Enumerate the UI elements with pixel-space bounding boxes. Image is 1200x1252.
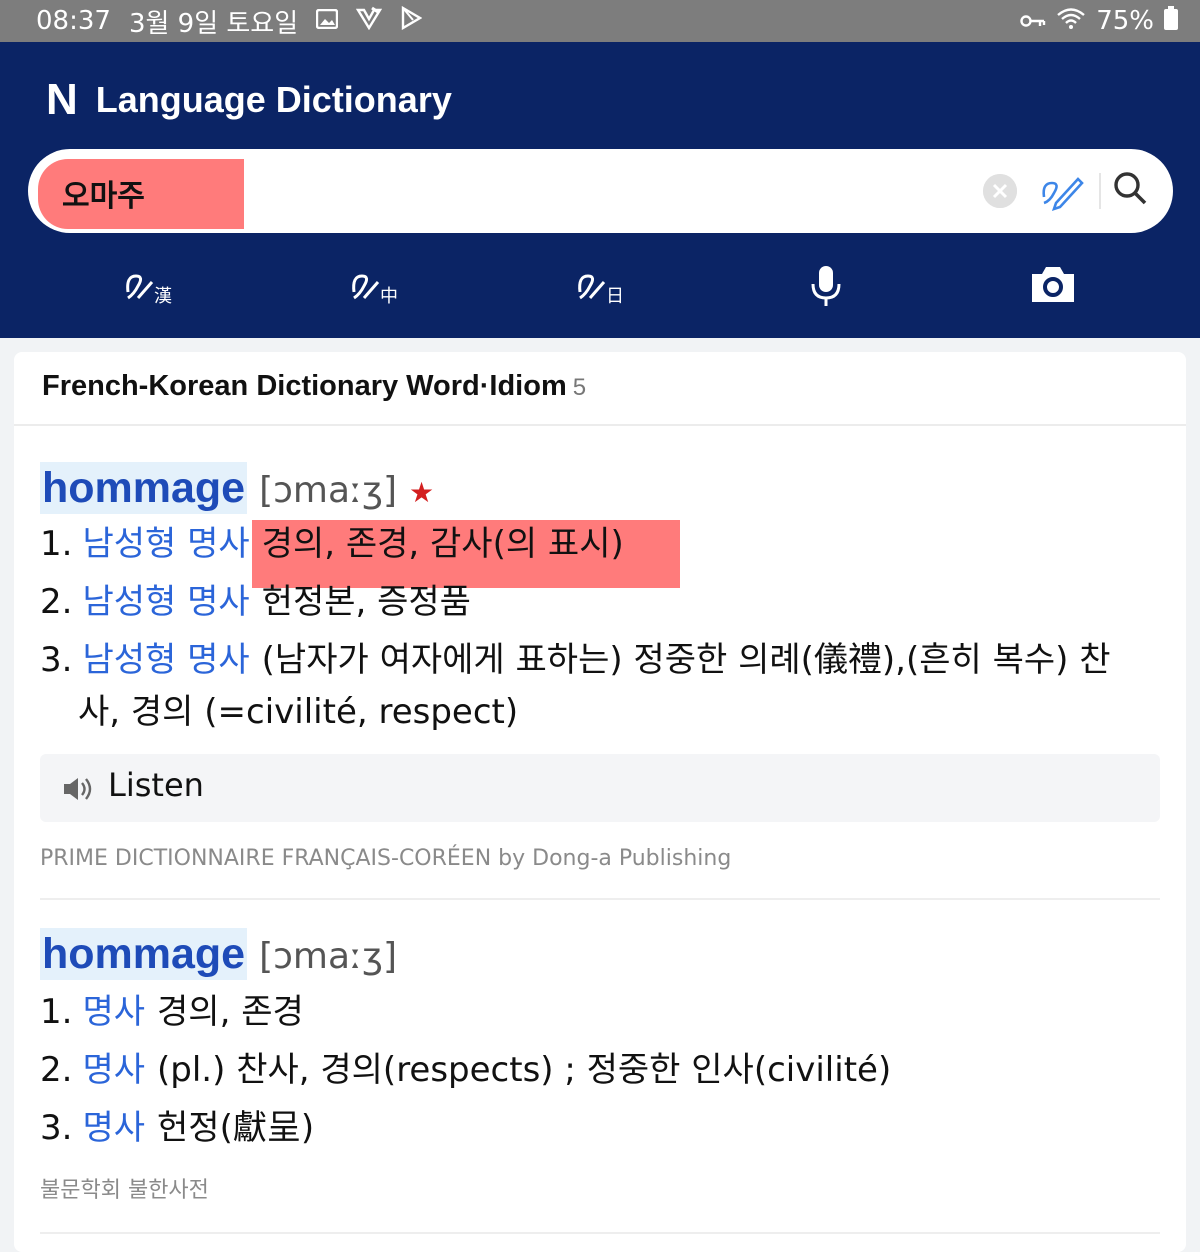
- search-box[interactable]: 오마주: [28, 149, 1173, 233]
- part-of-speech-link[interactable]: 명사: [82, 1108, 145, 1148]
- listen-label: Listen: [108, 766, 204, 804]
- japanese-handwriting-icon: 日: [578, 274, 624, 307]
- pronunciation: [ɔmaːʒ]: [259, 470, 398, 511]
- hanja-handwriting-icon: 漢: [126, 274, 172, 307]
- sense-item: 1. 남성형 명사 경의, 존경, 감사(의 표시): [40, 518, 680, 588]
- app-notification-icon: [356, 6, 383, 37]
- hanja-handwriting-button[interactable]: 漢: [124, 262, 180, 312]
- search-divider: [1099, 173, 1101, 209]
- section-title-text: French-Korean Dictionary Word·Idiom: [42, 370, 567, 402]
- play-store-notification-icon: [400, 5, 423, 37]
- vpn-key-icon: [1020, 6, 1046, 36]
- brand: N Language Dictionary: [46, 78, 452, 122]
- sense-number: 1.: [40, 992, 73, 1032]
- status-date: 3월 9일 토요일: [128, 8, 299, 39]
- handwriting-button[interactable]: [1040, 169, 1086, 213]
- sense-item: 2. 남성형 명사 헌정본, 증정품: [40, 576, 471, 628]
- chinese-handwriting-icon: 中: [352, 274, 398, 307]
- dictionary-entry: hommage [ɔmaːʒ] 1. 명사 경의, 존경 2. 명사 (pl.) 찬사, …: [40, 928, 1160, 1208]
- sense-definition: 헌정(獻呈): [157, 1108, 315, 1148]
- part-of-speech-link[interactable]: 남성형 명사: [82, 524, 249, 564]
- headword-link[interactable]: hommage: [40, 462, 248, 514]
- importance-star-icon: ★: [409, 476, 435, 509]
- camera-icon: [1032, 267, 1074, 302]
- entry-divider: [40, 1232, 1160, 1234]
- search-input[interactable]: 오마주: [38, 159, 244, 229]
- status-bar: 08:37 3월 9일 토요일 75%: [0, 0, 1200, 42]
- naver-logo[interactable]: N: [46, 78, 78, 122]
- app-title[interactable]: Language Dictionary: [96, 79, 452, 121]
- battery-icon: [1164, 5, 1178, 37]
- sense-item: 3. 명사 헌정(獻呈): [40, 1102, 314, 1154]
- dictionary-source[interactable]: 불문학회 불한사전: [40, 1172, 209, 1204]
- part-of-speech-link[interactable]: 명사: [82, 1050, 145, 1090]
- sense-definition: 헌정본, 증정품: [261, 582, 471, 622]
- part-of-speech-link[interactable]: 명사: [82, 992, 145, 1032]
- section-divider: [14, 424, 1186, 426]
- section-title[interactable]: French-Korean Dictionary Word·Idiom 5: [42, 370, 586, 403]
- sense-definition: 경의, 존경: [157, 992, 304, 1032]
- dictionary-entry: hommage [ɔmaːʒ] ★ 1. 남성형 명사 경의, 존경, 감사(의 표시)…: [40, 462, 1160, 882]
- camera-search-button[interactable]: [1030, 262, 1086, 312]
- sense-number: 3.: [40, 640, 73, 680]
- sense-item: 2. 명사 (pl.) 찬사, 경의(respects) ; 정중한 인사(civi…: [40, 1044, 891, 1096]
- gallery-notification-icon: [315, 6, 339, 36]
- entry-divider: [40, 898, 1160, 900]
- battery-percent: 75%: [1096, 6, 1154, 36]
- chinese-handwriting-button[interactable]: 中: [350, 262, 406, 312]
- microphone-icon: [811, 266, 841, 306]
- handwriting-pen-icon: [1042, 177, 1084, 212]
- japanese-handwriting-button[interactable]: 日: [576, 262, 632, 312]
- input-tools: 漢 中 日: [0, 262, 1200, 322]
- sense-definition-continued: 사, 경의 (=civilité, respect): [78, 692, 519, 732]
- sense-definition: (pl.) 찬사, 경의(respects) ; 정중한 인사(civilité…: [157, 1050, 892, 1090]
- pronunciation: [ɔmaːʒ]: [259, 936, 398, 977]
- app-header: N Language Dictionary 오마주 漢 中 日: [0, 42, 1200, 338]
- results-card: French-Korean Dictionary Word·Idiom 5 hom…: [14, 352, 1186, 1252]
- svg-text:日: 日: [606, 286, 624, 307]
- clear-search-button[interactable]: [983, 174, 1017, 208]
- close-icon: [983, 174, 1017, 208]
- voice-search-button[interactable]: [806, 262, 862, 312]
- listen-button[interactable]: Listen: [40, 754, 1160, 822]
- sense-definition: (남자가 여자에게 표하는) 정중한 의례(儀禮),(흔히 복수) 찬: [261, 640, 1111, 680]
- sense-number: 2.: [40, 582, 73, 622]
- sense-number: 3.: [40, 1108, 73, 1148]
- part-of-speech-link[interactable]: 남성형 명사: [82, 640, 249, 680]
- result-count: 5: [572, 374, 587, 401]
- search-button[interactable]: [1111, 169, 1151, 211]
- search-icon: [1114, 172, 1147, 205]
- svg-text:中: 中: [380, 286, 398, 307]
- speaker-icon: [64, 778, 92, 800]
- sense-number: 2.: [40, 1050, 73, 1090]
- sense-item: 1. 명사 경의, 존경: [40, 986, 304, 1038]
- wifi-icon: [1056, 6, 1086, 37]
- headword-link[interactable]: hommage: [40, 928, 248, 980]
- status-time: 08:37: [36, 6, 111, 36]
- dictionary-source[interactable]: PRIME DICTIONNAIRE FRANÇAIS-CORÉEN by Do…: [40, 846, 731, 871]
- sense-number: 1.: [40, 524, 73, 564]
- part-of-speech-link[interactable]: 남성형 명사: [82, 582, 249, 622]
- svg-text:漢: 漢: [154, 286, 172, 307]
- sense-item: 3. 남성형 명사 (남자가 여자에게 표하는) 정중한 의례(儀禮),(흔히 복수…: [40, 634, 1111, 686]
